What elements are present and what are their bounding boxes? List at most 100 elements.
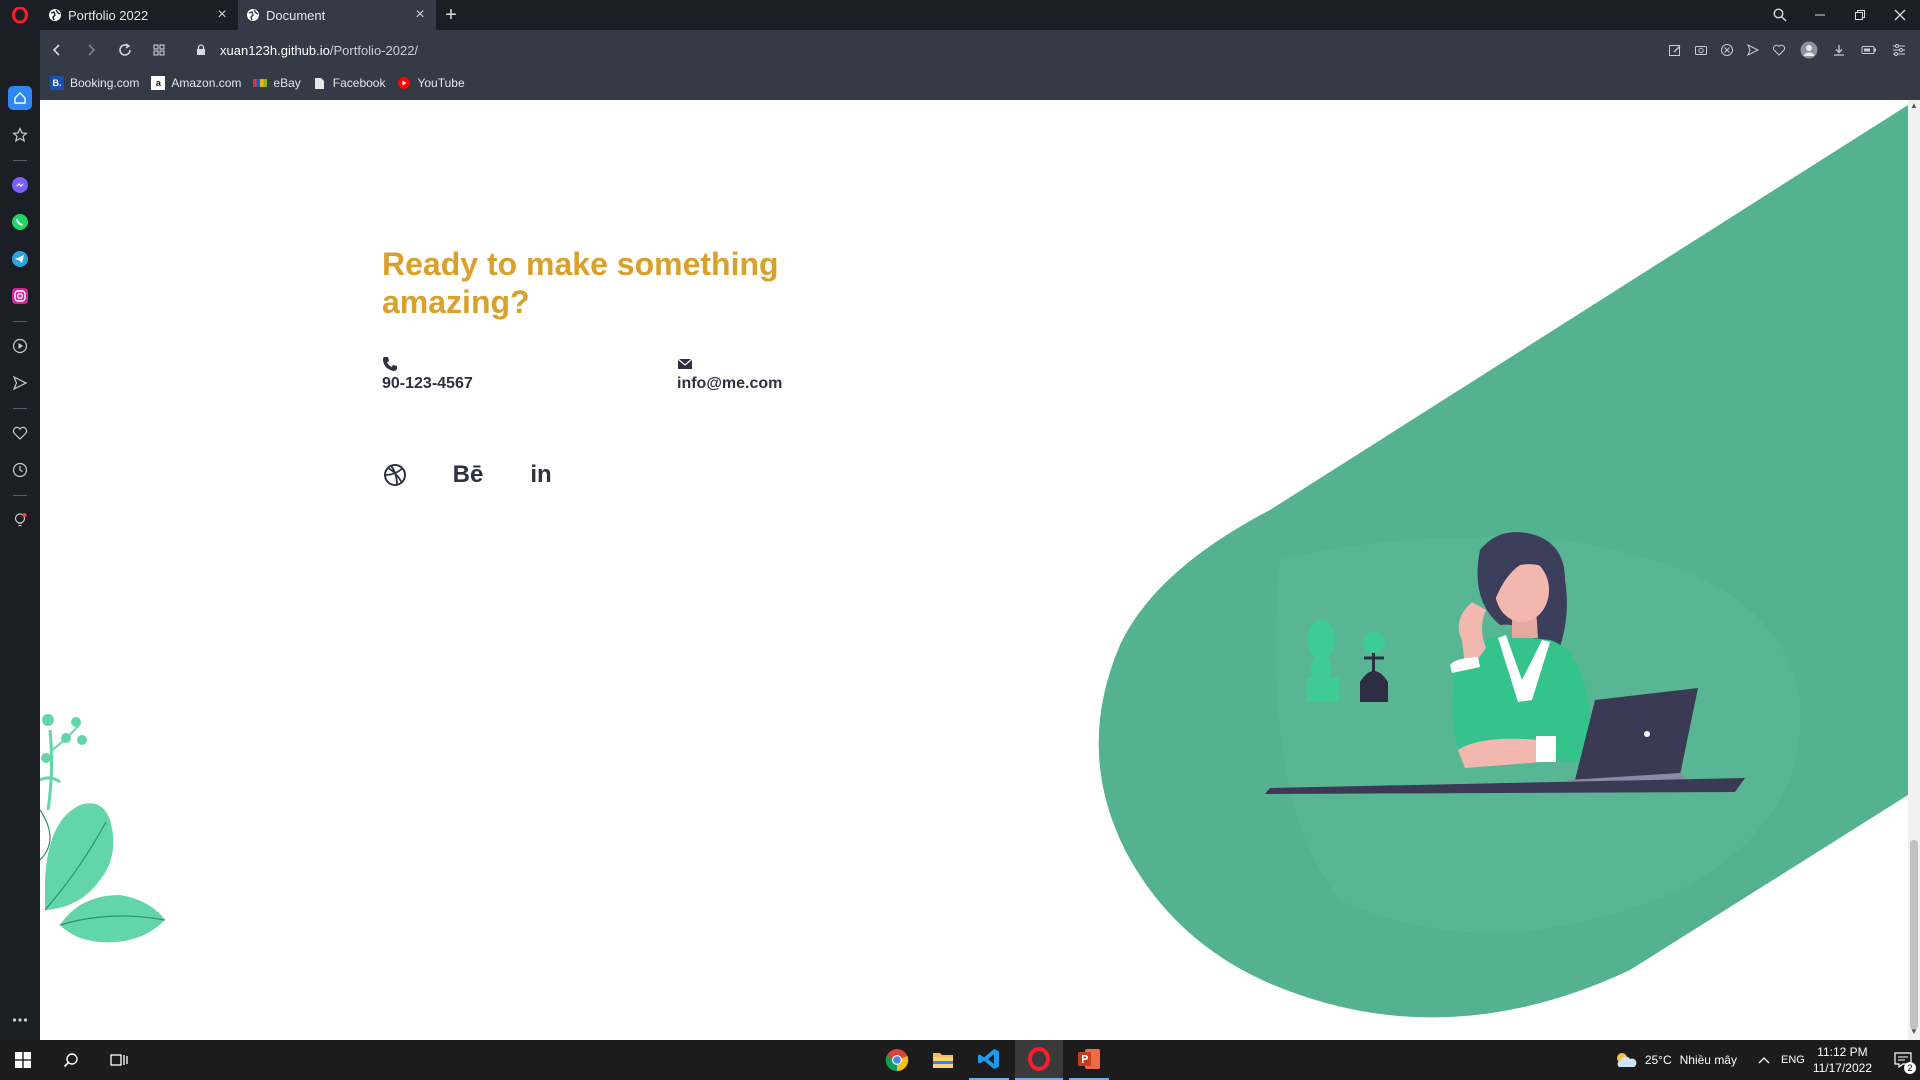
bookmark-label: Amazon.com	[171, 76, 242, 90]
opera-taskbar-icon[interactable]	[1015, 1040, 1063, 1080]
booking-icon: B.	[50, 76, 64, 90]
powerpoint-icon[interactable]	[1069, 1040, 1109, 1080]
home-icon[interactable]	[8, 86, 32, 110]
search-icon[interactable]	[54, 1040, 88, 1080]
profile-avatar-icon[interactable]	[1792, 30, 1826, 70]
more-options-icon[interactable]	[8, 1008, 32, 1032]
bookmark-facebook[interactable]: Facebook	[313, 76, 386, 90]
tab-grid-icon[interactable]	[142, 30, 176, 70]
search-tabs-icon[interactable]	[1760, 0, 1800, 30]
sidebar-separator	[13, 160, 27, 161]
player-icon[interactable]	[8, 334, 32, 358]
behance-icon[interactable]: Bē	[451, 461, 485, 488]
input-language[interactable]: ENG	[1781, 1054, 1805, 1066]
ebay-icon	[253, 76, 268, 90]
page-scrollbar[interactable]: ▲ ▼	[1908, 100, 1920, 1040]
cloudy-weather-icon[interactable]	[1613, 1050, 1639, 1070]
sidebar-separator	[13, 495, 27, 496]
toolbar-icons	[1662, 30, 1912, 70]
task-view-icon[interactable]	[102, 1040, 136, 1080]
windows-taskbar: 25°C Nhiều mây ENG 11:12 PM 11/17/2022 2	[0, 1040, 1920, 1080]
notification-count: 2	[1904, 1062, 1916, 1074]
edit-icon[interactable]	[1662, 30, 1688, 70]
notifications-icon[interactable]: 2	[1886, 1040, 1920, 1080]
bookmarks-bar: B. Booking.com a Amazon.com eBay Faceboo…	[50, 72, 477, 94]
history-clock-icon[interactable]	[8, 458, 32, 482]
globe-icon	[247, 9, 259, 21]
messenger-icon[interactable]	[8, 173, 32, 197]
clock-date: 11/17/2022	[1812, 1061, 1872, 1075]
address-bar-area: xuan123h.github.io/Portfolio-2022/ B. Bo…	[40, 30, 1920, 100]
youtube-icon	[397, 76, 411, 90]
bookmark-amazon[interactable]: a Amazon.com	[151, 76, 241, 90]
scroll-up-icon[interactable]: ▲	[1910, 102, 1918, 110]
tab-portfolio[interactable]: Portfolio 2022 ×	[40, 0, 238, 30]
envelope-icon	[677, 358, 693, 369]
globe-icon	[49, 9, 61, 21]
camera-icon[interactable]	[1688, 30, 1714, 70]
bookmark-label: Facebook	[332, 76, 386, 90]
reload-icon[interactable]	[108, 30, 142, 70]
forward-icon[interactable]	[74, 30, 108, 70]
scroll-down-icon[interactable]: ▼	[1910, 1028, 1918, 1036]
close-tab-icon[interactable]: ×	[214, 6, 230, 24]
my-flow-icon[interactable]	[8, 371, 32, 395]
tab-label: Document	[266, 7, 326, 23]
tab-bar: Portfolio 2022 × Document × +	[0, 0, 1920, 30]
bookmarks-heart-icon[interactable]	[8, 421, 32, 445]
opera-logo-icon[interactable]	[0, 0, 40, 30]
url-field[interactable]: xuan123h.github.io/Portfolio-2022/	[196, 43, 418, 58]
tab-document[interactable]: Document ×	[238, 0, 436, 30]
close-tab-icon[interactable]: ×	[412, 6, 428, 24]
email-contact[interactable]: info@me.com	[677, 355, 782, 393]
phone-contact[interactable]: 90-123-4567	[382, 355, 473, 393]
system-tray: 25°C Nhiều mây ENG 11:12 PM 11/17/2022 2	[1613, 1040, 1920, 1080]
window-controls	[1760, 0, 1920, 30]
bookmark-label: eBay	[273, 76, 301, 90]
back-icon[interactable]	[40, 30, 74, 70]
battery-saver-icon[interactable]	[1852, 30, 1886, 70]
tab-label: Portfolio 2022	[68, 7, 149, 23]
new-tab-button[interactable]: +	[436, 0, 466, 30]
telegram-icon[interactable]	[8, 247, 32, 271]
instagram-icon[interactable]	[8, 284, 32, 308]
bookmark-ebay[interactable]: eBay	[253, 76, 301, 90]
send-icon[interactable]	[1740, 30, 1766, 70]
dribbble-icon[interactable]	[382, 462, 408, 488]
chevron-up-icon[interactable]	[1757, 1055, 1771, 1065]
heart-icon[interactable]	[1766, 30, 1792, 70]
download-icon[interactable]	[1826, 30, 1852, 70]
chrome-icon[interactable]	[877, 1040, 917, 1080]
bookmark-youtube[interactable]: YouTube	[397, 76, 465, 90]
vscode-icon[interactable]	[969, 1040, 1009, 1080]
url-path: /Portfolio-2022/	[329, 42, 419, 58]
restore-icon[interactable]	[1840, 0, 1880, 30]
weather-temperature[interactable]: 25°C	[1645, 1053, 1672, 1067]
navigation-row: xuan123h.github.io/Portfolio-2022/	[40, 30, 1920, 70]
document-icon	[313, 76, 327, 90]
tips-bulb-icon[interactable]	[8, 508, 32, 532]
minimize-icon[interactable]	[1800, 0, 1840, 30]
phone-icon	[383, 357, 397, 371]
scrollbar-thumb[interactable]	[1910, 840, 1918, 1030]
bookmark-booking[interactable]: B. Booking.com	[50, 76, 139, 90]
linkedin-icon[interactable]: in	[528, 461, 554, 488]
clock[interactable]: 11:12 PM 11/17/2022	[1813, 1044, 1872, 1076]
cta-headline: Ready to make something amazing?	[382, 246, 779, 320]
easy-setup-icon[interactable]	[1886, 30, 1912, 70]
close-window-icon[interactable]	[1880, 0, 1920, 30]
phone-number: 90-123-4567	[382, 375, 473, 392]
leaf-decoration	[40, 714, 166, 943]
speed-dial-star-icon[interactable]	[8, 123, 32, 147]
whatsapp-icon[interactable]	[8, 210, 32, 234]
amazon-icon: a	[151, 76, 166, 90]
file-explorer-icon[interactable]	[923, 1040, 963, 1080]
clock-time: 11:12 PM	[1817, 1045, 1868, 1059]
ad-block-icon[interactable]	[1714, 30, 1740, 70]
windows-start-icon[interactable]	[6, 1040, 40, 1080]
weather-description[interactable]: Nhiều mây	[1680, 1053, 1737, 1067]
bookmark-label: YouTube	[417, 76, 465, 90]
bookmark-label: Booking.com	[70, 76, 140, 90]
opera-sidebar	[0, 30, 40, 1040]
woman-at-desk-illustration	[1265, 532, 1745, 794]
